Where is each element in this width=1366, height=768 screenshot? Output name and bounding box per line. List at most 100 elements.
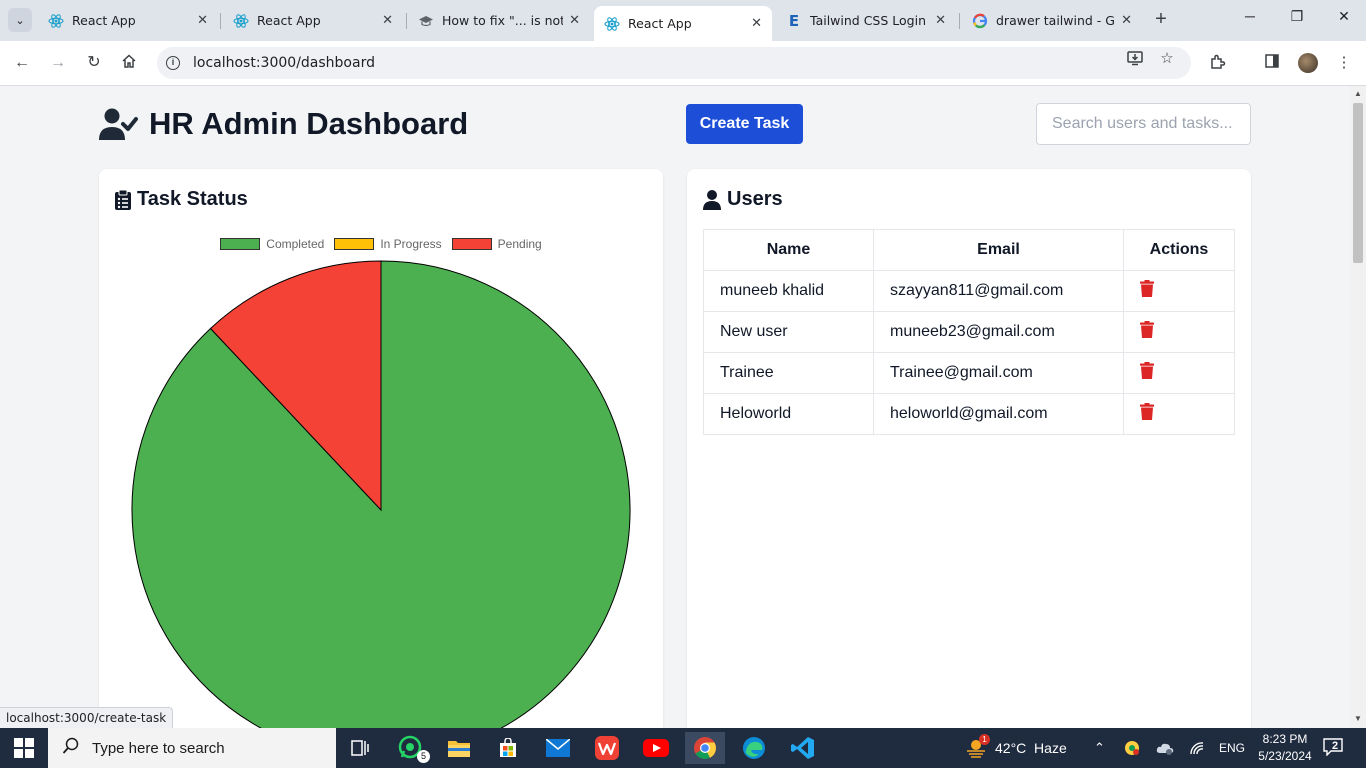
table-row: muneeb khalid szayyan811@gmail.com bbox=[703, 270, 1235, 312]
trash-icon[interactable] bbox=[1140, 362, 1154, 383]
actions-cell bbox=[1123, 393, 1235, 435]
link-hover-status: localhost:3000/create-task bbox=[0, 707, 174, 728]
browser-tab[interactable]: How to fix "... is not a ✕ bbox=[408, 6, 590, 35]
task-view-icon[interactable] bbox=[341, 732, 381, 764]
extensions-icon[interactable] bbox=[1208, 53, 1228, 73]
actions-cell bbox=[1123, 352, 1235, 394]
address-bar[interactable]: i localhost:3000/dashboard bbox=[157, 47, 1191, 79]
tab-title: drawer tailwind - Goo bbox=[996, 13, 1115, 28]
dashboard-page: HR Admin Dashboard Create Task Task Stat… bbox=[0, 86, 1350, 728]
back-icon[interactable]: ← bbox=[12, 53, 32, 73]
task-status-title: Task Status bbox=[137, 188, 248, 210]
legend-item-completed[interactable]: Completed bbox=[220, 237, 324, 251]
language-indicator[interactable]: ENG bbox=[1219, 728, 1245, 768]
scroll-thumb[interactable] bbox=[1353, 103, 1363, 263]
restore-button[interactable]: ❐ bbox=[1285, 8, 1309, 25]
windows-taskbar: Type here to search 5 1 42°C Haze ⌃ ENG … bbox=[0, 728, 1366, 768]
legend-swatch bbox=[220, 238, 261, 250]
mail-icon[interactable] bbox=[538, 732, 578, 764]
search-icon bbox=[62, 737, 80, 760]
show-hidden-icons-chevron[interactable]: ⌃ bbox=[1094, 728, 1105, 768]
forward-icon[interactable]: → bbox=[48, 53, 68, 73]
chrome-tray-icon[interactable] bbox=[1124, 728, 1140, 768]
close-icon[interactable]: ✕ bbox=[935, 13, 946, 28]
profile-avatar[interactable] bbox=[1298, 53, 1318, 73]
legend-label: Pending bbox=[497, 237, 542, 251]
legend-item-in-progress[interactable]: In Progress bbox=[334, 237, 442, 251]
clock-date: 5/23/2024 bbox=[1258, 749, 1312, 763]
trash-icon[interactable] bbox=[1140, 280, 1154, 301]
taskbar-clock[interactable]: 8:23 PM 5/23/2024 bbox=[1250, 731, 1320, 765]
side-panel-icon[interactable] bbox=[1262, 53, 1282, 73]
search-input[interactable] bbox=[1036, 103, 1251, 145]
browser-tab[interactable]: React App ✕ bbox=[38, 6, 218, 35]
site-info-icon[interactable]: i bbox=[166, 56, 180, 70]
create-task-button[interactable]: Create Task bbox=[686, 104, 803, 144]
microsoft-store-icon[interactable] bbox=[488, 732, 528, 764]
url-text[interactable]: localhost:3000/dashboard bbox=[193, 55, 375, 71]
home-icon[interactable] bbox=[119, 53, 139, 73]
close-icon[interactable]: ✕ bbox=[1121, 13, 1132, 28]
user-email-cell: Trainee@gmail.com bbox=[873, 352, 1124, 394]
page-title: HR Admin Dashboard bbox=[149, 106, 469, 141]
page-scrollbar[interactable]: ▲ ▼ bbox=[1350, 86, 1366, 728]
edge-icon[interactable] bbox=[734, 732, 774, 764]
actions-cell bbox=[1123, 270, 1235, 312]
notifications-icon[interactable]: 2 bbox=[1323, 728, 1345, 768]
scroll-up-arrow[interactable]: ▲ bbox=[1353, 89, 1363, 98]
column-header-name: Name bbox=[703, 229, 874, 271]
legend-swatch bbox=[334, 238, 375, 250]
more-menu-icon[interactable]: ⋮ bbox=[1334, 53, 1354, 73]
close-icon[interactable]: ✕ bbox=[569, 13, 580, 28]
taskbar-search-box[interactable]: Type here to search bbox=[48, 728, 336, 768]
weather-badge: 1 bbox=[979, 734, 990, 745]
tab-title: How to fix "... is not a bbox=[442, 13, 564, 28]
window-close-button[interactable]: ✕ bbox=[1332, 8, 1356, 25]
close-icon[interactable]: ✕ bbox=[197, 13, 208, 28]
legend-item-pending[interactable]: Pending bbox=[451, 237, 542, 251]
user-email-cell: heloworld@gmail.com bbox=[873, 393, 1124, 435]
close-icon[interactable]: ✕ bbox=[382, 13, 393, 28]
onedrive-icon[interactable] bbox=[1156, 728, 1174, 768]
task-status-card: Task Status Completed In Progress Pendin… bbox=[99, 169, 663, 728]
table-row: New user muneeb23@gmail.com bbox=[703, 311, 1235, 353]
vscode-icon[interactable] bbox=[783, 732, 823, 764]
tab-title: React App bbox=[257, 13, 321, 28]
whatsapp-icon[interactable]: 5 bbox=[391, 732, 431, 764]
trash-icon[interactable] bbox=[1140, 403, 1154, 424]
bookmark-star-icon[interactable]: ☆ bbox=[1158, 49, 1176, 67]
weather-widget[interactable]: 1 42°C Haze bbox=[965, 728, 1067, 768]
chrome-icon[interactable] bbox=[685, 732, 725, 764]
weather-haze-icon: 1 bbox=[965, 734, 990, 758]
browser-tab[interactable]: drawer tailwind - Goo ✕ bbox=[962, 6, 1142, 35]
windows-start-icon[interactable] bbox=[14, 738, 34, 758]
taskbar-search-placeholder: Type here to search bbox=[92, 739, 225, 757]
network-icon[interactable] bbox=[1189, 728, 1205, 768]
user-check-icon bbox=[99, 108, 139, 142]
trash-icon[interactable] bbox=[1140, 321, 1154, 342]
user-name-cell: muneeb khalid bbox=[703, 270, 874, 312]
table-header-row: Name Email Actions bbox=[703, 229, 1235, 271]
new-tab-button[interactable]: + bbox=[1150, 8, 1172, 30]
scroll-down-arrow[interactable]: ▼ bbox=[1353, 714, 1363, 723]
file-explorer-icon[interactable] bbox=[439, 732, 479, 764]
minimize-button[interactable]: ─ bbox=[1238, 8, 1262, 24]
reload-icon[interactable]: ↻ bbox=[84, 53, 104, 73]
browser-tab[interactable]: E Tailwind CSS Login / S ✕ bbox=[776, 6, 956, 35]
install-app-icon[interactable] bbox=[1126, 49, 1144, 67]
close-icon[interactable]: ✕ bbox=[751, 16, 762, 31]
user-name-cell: Heloworld bbox=[703, 393, 874, 435]
tab-search-button[interactable]: ⌄ bbox=[8, 8, 32, 32]
task-status-pie-chart bbox=[131, 260, 631, 728]
youtube-icon[interactable] bbox=[636, 732, 676, 764]
browser-tab-active[interactable]: React App ✕ bbox=[594, 6, 772, 41]
clock-time: 8:23 PM bbox=[1262, 732, 1308, 746]
legend-label: In Progress bbox=[380, 237, 442, 251]
wps-office-icon[interactable] bbox=[587, 732, 627, 764]
users-title: Users bbox=[727, 188, 783, 210]
browser-tab[interactable]: React App ✕ bbox=[223, 6, 403, 35]
react-icon bbox=[233, 13, 249, 29]
user-email-cell: szayyan811@gmail.com bbox=[873, 270, 1124, 312]
actions-cell bbox=[1123, 311, 1235, 353]
table-row: Trainee Trainee@gmail.com bbox=[703, 352, 1235, 394]
